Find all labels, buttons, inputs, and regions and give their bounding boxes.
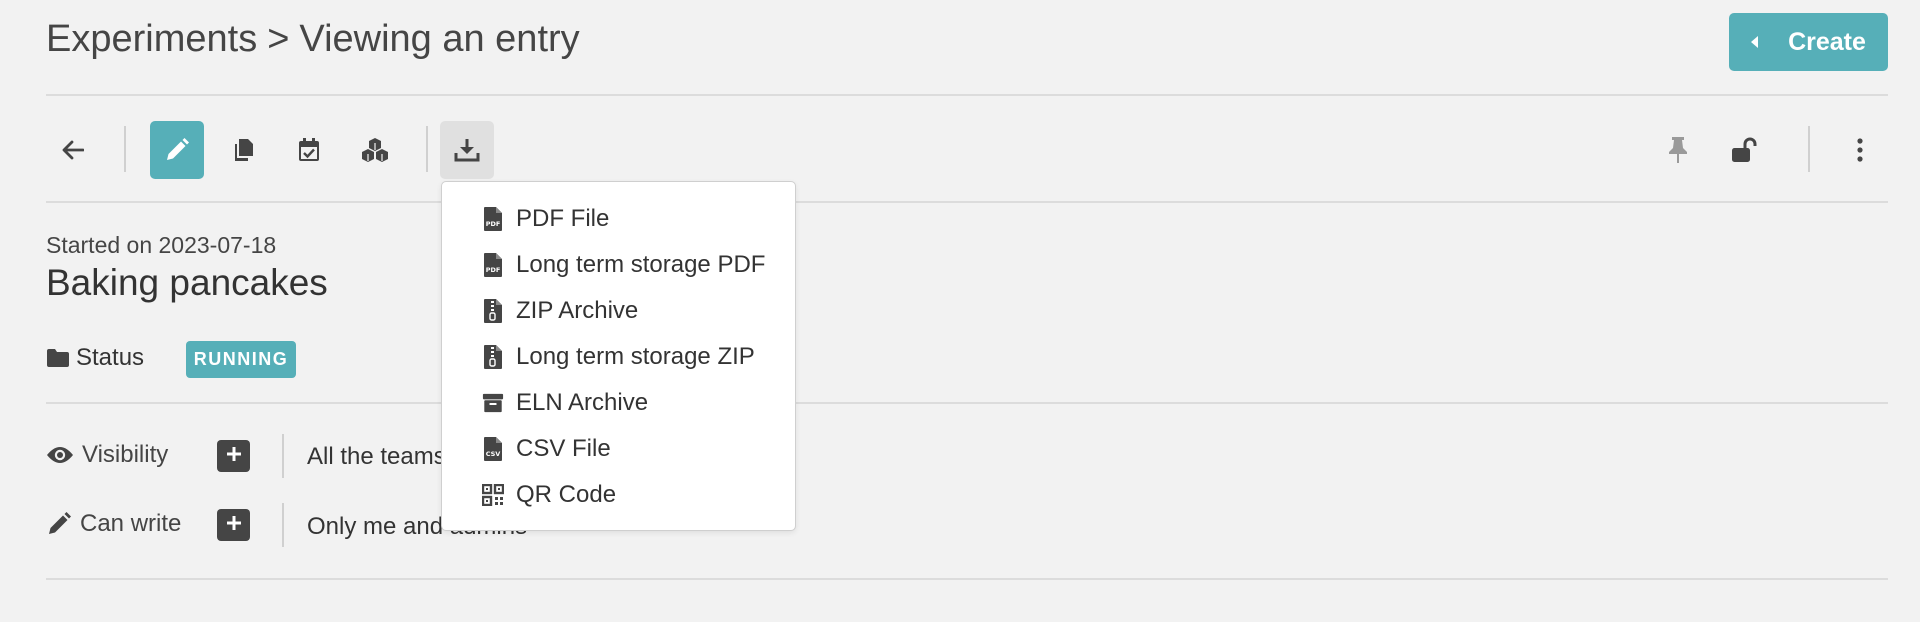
create-button-label: Create	[1788, 27, 1866, 56]
export-csv-item[interactable]: CSV CSV File	[482, 429, 611, 469]
toolbar-separator	[1808, 126, 1810, 172]
export-longterm-zip-item[interactable]: Long term storage ZIP	[482, 337, 755, 377]
back-arrow-icon	[62, 140, 84, 160]
visibility-label: Visibility	[82, 441, 169, 468]
more-options-button[interactable]	[1838, 121, 1882, 179]
pencil-icon	[164, 137, 190, 163]
export-button[interactable]	[440, 121, 494, 179]
permission-separator	[282, 434, 284, 478]
divider	[46, 201, 1888, 203]
export-csv-label: CSV File	[516, 435, 611, 462]
export-eln-item[interactable]: ELN Archive	[482, 383, 648, 423]
archive-box-icon	[482, 392, 504, 414]
lock-button[interactable]	[1722, 121, 1768, 179]
caret-left-icon	[1751, 36, 1759, 48]
file-pdf-icon: PDF	[482, 252, 504, 278]
divider	[46, 94, 1888, 96]
plus-icon	[225, 514, 243, 537]
export-zip-item[interactable]: ZIP Archive	[482, 291, 638, 331]
pencil-icon	[46, 511, 72, 537]
breadcrumb-current: Viewing an entry	[299, 18, 580, 60]
svg-text:PDF: PDF	[486, 220, 501, 228]
cubes-icon	[360, 137, 390, 163]
schedule-button[interactable]	[286, 121, 332, 179]
qrcode-icon	[482, 484, 504, 506]
calendar-check-icon	[297, 137, 321, 163]
status-label: Status	[76, 344, 145, 371]
permission-separator	[282, 503, 284, 547]
divider	[46, 578, 1888, 580]
svg-text:CSV: CSV	[486, 450, 501, 458]
export-dropdown-menu: PDF PDF File PDF Long term storage PDF Z…	[441, 181, 796, 531]
entry-title: Baking pancakes	[46, 262, 328, 303]
eye-icon	[46, 445, 74, 465]
download-icon	[454, 137, 480, 163]
canwrite-label: Can write	[80, 510, 182, 537]
plus-icon	[225, 445, 243, 468]
visibility-label-group: Visibility	[46, 441, 168, 469]
file-csv-icon: CSV	[482, 436, 504, 462]
toolbar-separator	[124, 126, 126, 172]
file-zip-icon	[482, 298, 504, 324]
file-zip-icon	[482, 344, 504, 370]
thumbtack-icon	[1668, 136, 1688, 164]
export-pdf-item[interactable]: PDF PDF File	[482, 199, 609, 239]
toolbar-separator	[426, 126, 428, 172]
items-button[interactable]	[352, 121, 398, 179]
started-date: Started on 2023-07-18	[46, 232, 277, 258]
export-qr-label: QR Code	[516, 481, 617, 508]
canwrite-add-button[interactable]	[217, 509, 250, 541]
status-badge[interactable]: RUNNING	[186, 341, 296, 378]
export-longterm-pdf-item[interactable]: PDF Long term storage PDF	[482, 245, 765, 285]
breadcrumb-root[interactable]: Experiments	[46, 18, 257, 60]
export-pdf-label: PDF File	[516, 205, 610, 232]
duplicate-button[interactable]	[220, 121, 266, 179]
create-button[interactable]: Create	[1729, 13, 1888, 71]
svg-text:PDF: PDF	[486, 266, 501, 274]
unlock-icon	[1730, 137, 1760, 163]
pin-button[interactable]	[1658, 121, 1698, 179]
breadcrumb: Experiments > Viewing an entry	[46, 18, 580, 61]
duplicate-icon	[231, 137, 255, 163]
export-zip-label: ZIP Archive	[516, 297, 639, 324]
back-button[interactable]	[52, 121, 94, 179]
ellipsis-vertical-icon	[1856, 138, 1864, 162]
status-row: Status	[46, 344, 144, 372]
export-longterm-zip-label: Long term storage ZIP	[516, 343, 755, 370]
export-longterm-pdf-label: Long term storage PDF	[516, 251, 766, 278]
edit-button[interactable]	[150, 121, 204, 179]
visibility-add-button[interactable]	[217, 440, 250, 472]
folder-icon	[46, 348, 70, 368]
export-qr-item[interactable]: QR Code	[482, 475, 616, 515]
file-pdf-icon: PDF	[482, 206, 504, 232]
export-eln-label: ELN Archive	[516, 389, 649, 416]
canwrite-label-group: Can write	[46, 510, 181, 538]
visibility-value: All the teams	[307, 443, 446, 470]
breadcrumb-separator: >	[267, 18, 290, 60]
divider	[46, 402, 1888, 404]
